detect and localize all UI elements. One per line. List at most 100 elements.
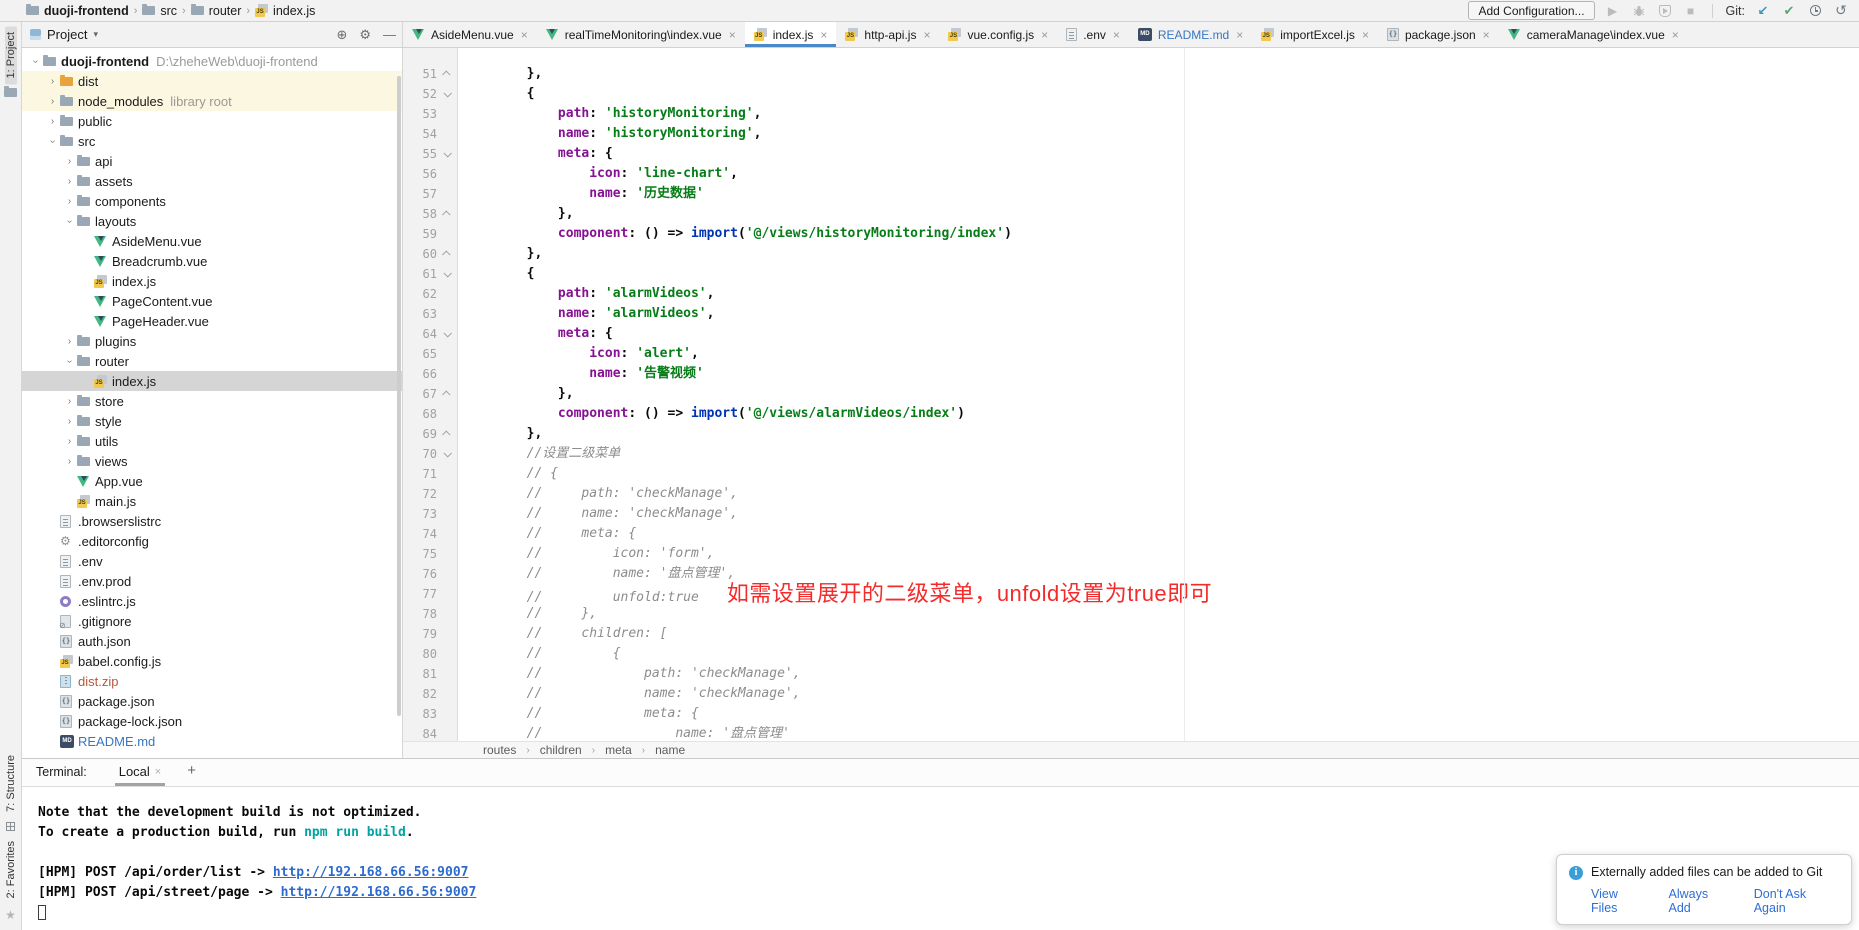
tab-http-api-js[interactable]: http-api.js×: [836, 22, 939, 47]
stop-icon[interactable]: ■: [1683, 3, 1699, 19]
code-line-72[interactable]: // path: 'checkManage',: [464, 484, 1859, 504]
chevron-collapsed-icon[interactable]: ›: [62, 456, 77, 467]
tab-importexcel-js[interactable]: importExcel.js×: [1252, 22, 1378, 47]
code-line-80[interactable]: // {: [464, 644, 1859, 664]
git-update-icon[interactable]: ↙: [1755, 3, 1771, 19]
tab-cameramanage-index-vue[interactable]: cameraManage\index.vue×: [1499, 22, 1688, 47]
tree-item-dist-zip[interactable]: dist.zip: [22, 671, 402, 691]
tree-item-style[interactable]: ›style: [22, 411, 402, 431]
tree-item-store[interactable]: ›store: [22, 391, 402, 411]
code-line-73[interactable]: // name: 'checkManage',: [464, 504, 1859, 524]
tree-item-src[interactable]: ›src: [22, 131, 402, 151]
new-terminal-button[interactable]: +: [187, 762, 196, 786]
code-line-70[interactable]: //设置二级菜单: [464, 444, 1859, 464]
code-line-71[interactable]: // {: [464, 464, 1859, 484]
tree-item-env[interactable]: .env: [22, 551, 402, 571]
fold-marker-icon[interactable]: [437, 431, 457, 437]
tab-index-js[interactable]: index.js×: [745, 22, 837, 47]
tab-asidemenu-vue[interactable]: AsideMenu.vue×: [403, 22, 537, 47]
fold-marker-icon[interactable]: [437, 151, 457, 157]
editor-breadcrumb-children[interactable]: children: [540, 743, 582, 757]
editor-breadcrumb-name[interactable]: name: [655, 743, 685, 757]
tree-item-node-modules[interactable]: ›node_moduleslibrary root: [22, 91, 402, 111]
chevron-collapsed-icon[interactable]: ›: [62, 336, 77, 347]
code-line-62[interactable]: path: 'alarmVideos',: [464, 284, 1859, 304]
tree-item-babel-config-js[interactable]: babel.config.js: [22, 651, 402, 671]
tree-item-duoji-frontend[interactable]: ›duoji-frontendD:\zheheWeb\duoji-fronten…: [22, 51, 402, 71]
code-line-83[interactable]: // meta: {: [464, 704, 1859, 724]
code-line-75[interactable]: // icon: 'form',: [464, 544, 1859, 564]
code-line-82[interactable]: // name: 'checkManage',: [464, 684, 1859, 704]
tree-item-pagecontent-vue[interactable]: PageContent.vue: [22, 291, 402, 311]
tab-realtimemonitoring-index-vue[interactable]: realTimeMonitoring\index.vue×: [537, 22, 745, 47]
tree-item-public[interactable]: ›public: [22, 111, 402, 131]
code-line-52[interactable]: {: [464, 84, 1859, 104]
tree-item-index-js[interactable]: index.js: [22, 371, 402, 391]
tree-item-index-js[interactable]: index.js: [22, 271, 402, 291]
tree-item-app-vue[interactable]: App.vue: [22, 471, 402, 491]
fold-marker-icon[interactable]: [437, 451, 457, 457]
project-tree-scrollbar[interactable]: [397, 76, 401, 716]
stripe-structure-button[interactable]: 7: Structure: [5, 749, 17, 818]
code-line-81[interactable]: // path: 'checkManage',: [464, 664, 1859, 684]
chevron-expanded-icon[interactable]: ›: [62, 356, 77, 367]
code-line-79[interactable]: // children: [: [464, 624, 1859, 644]
chevron-collapsed-icon[interactable]: ›: [45, 116, 60, 127]
panel-settings-icon[interactable]: ⚙: [359, 27, 371, 43]
code-line-78[interactable]: // },: [464, 604, 1859, 624]
code-line-63[interactable]: name: 'alarmVideos',: [464, 304, 1859, 324]
notification-action-always-add[interactable]: Always Add: [1669, 887, 1732, 915]
chevron-collapsed-icon[interactable]: ›: [62, 436, 77, 447]
locate-file-icon[interactable]: ⊕: [336, 27, 347, 43]
close-icon[interactable]: ×: [1041, 28, 1048, 42]
code-line-61[interactable]: {: [464, 264, 1859, 284]
code-line-84[interactable]: // name: '盘点管理': [464, 724, 1859, 741]
tree-item-main-js[interactable]: main.js: [22, 491, 402, 511]
editor-breadcrumb-meta[interactable]: meta: [605, 743, 632, 757]
chevron-collapsed-icon[interactable]: ›: [62, 156, 77, 167]
git-commit-icon[interactable]: ✔: [1781, 3, 1797, 19]
tree-item-components[interactable]: ›components: [22, 191, 402, 211]
close-icon[interactable]: ×: [1483, 28, 1490, 42]
run-with-coverage-icon[interactable]: [1657, 3, 1673, 19]
tree-item-router[interactable]: ›router: [22, 351, 402, 371]
tree-item-browserslistrc[interactable]: .browserslistrc: [22, 511, 402, 531]
code-line-53[interactable]: path: 'historyMonitoring',: [464, 104, 1859, 124]
editor-gutter[interactable]: 5152535455565758596061626364656667686970…: [403, 48, 458, 741]
tab-env[interactable]: .env×: [1057, 22, 1129, 47]
tree-item-plugins[interactable]: ›plugins: [22, 331, 402, 351]
terminal-link[interactable]: http://192.168.66.56:9007: [273, 865, 469, 880]
code-line-55[interactable]: meta: {: [464, 144, 1859, 164]
tree-item-gitignore[interactable]: .gitignore: [22, 611, 402, 631]
code-line-67[interactable]: },: [464, 384, 1859, 404]
tree-item-readme-md[interactable]: README.md: [22, 731, 402, 751]
close-icon[interactable]: ×: [729, 28, 736, 42]
rollback-icon[interactable]: ↺: [1833, 3, 1849, 19]
close-icon[interactable]: ×: [521, 28, 528, 42]
tree-item-package-lock-json[interactable]: package-lock.json: [22, 711, 402, 731]
code-line-60[interactable]: },: [464, 244, 1859, 264]
close-icon[interactable]: ×: [1113, 28, 1120, 42]
stripe-project-button[interactable]: 1: Project: [5, 26, 17, 84]
tree-item-editorconfig[interactable]: ⚙.editorconfig: [22, 531, 402, 551]
tree-item-assets[interactable]: ›assets: [22, 171, 402, 191]
tree-item-dist[interactable]: ›dist: [22, 71, 402, 91]
close-icon[interactable]: ×: [155, 766, 161, 778]
code-area[interactable]: }, { path: 'historyMonitoring', name: 'h…: [458, 48, 1859, 741]
breadcrumb-item-index-js[interactable]: index.js: [255, 4, 315, 18]
chevron-collapsed-icon[interactable]: ›: [62, 396, 77, 407]
project-view-selector[interactable]: Project ▾: [30, 27, 324, 42]
fold-marker-icon[interactable]: [437, 391, 457, 397]
tree-item-asidemenu-vue[interactable]: AsideMenu.vue: [22, 231, 402, 251]
editor-breadcrumb-routes[interactable]: routes: [483, 743, 516, 757]
fold-marker-icon[interactable]: [437, 71, 457, 77]
tree-item-utils[interactable]: ›utils: [22, 431, 402, 451]
code-line-65[interactable]: icon: 'alert',: [464, 344, 1859, 364]
tree-item-auth-json[interactable]: auth.json: [22, 631, 402, 651]
chevron-collapsed-icon[interactable]: ›: [45, 96, 60, 107]
debug-bug-icon[interactable]: [1631, 3, 1647, 19]
chevron-expanded-icon[interactable]: ›: [62, 216, 77, 227]
stripe-favorites-button[interactable]: 2: Favorites: [5, 835, 17, 904]
tree-item-api[interactable]: ›api: [22, 151, 402, 171]
breadcrumb-item-src[interactable]: src: [142, 4, 177, 18]
